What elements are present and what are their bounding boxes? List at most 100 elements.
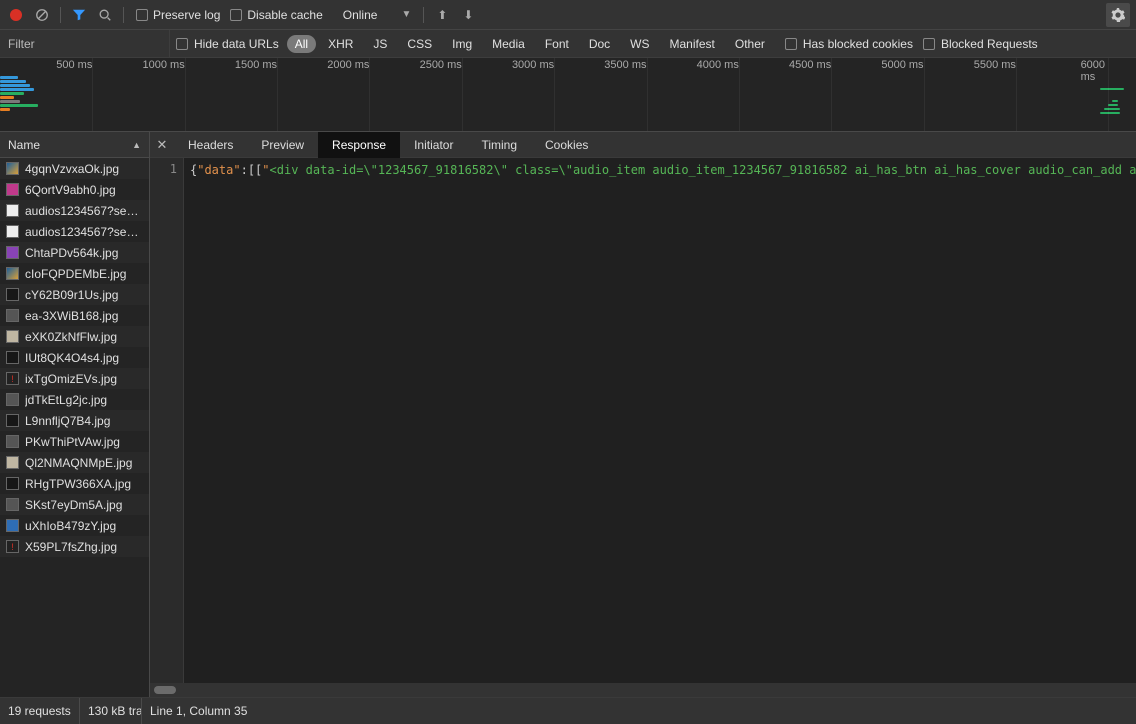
throttling-value: Online — [343, 8, 378, 22]
request-row[interactable]: IUt8QK4O4s4.jpg — [0, 347, 149, 368]
timeline-gridline — [1108, 58, 1109, 131]
timeline-gridline — [831, 58, 832, 131]
request-row[interactable]: audios1234567?secti... — [0, 221, 149, 242]
request-row[interactable]: Ql2NMAQNMpE.jpg — [0, 452, 149, 473]
request-row[interactable]: jdTkEtLg2jc.jpg — [0, 389, 149, 410]
throttling-select[interactable]: Online ▼ — [335, 7, 416, 23]
type-filter-media[interactable]: Media — [484, 35, 533, 53]
file-icon — [6, 162, 19, 175]
timeline-tick-label: 2500 ms — [420, 59, 462, 71]
request-name: audios1234567?secti... — [25, 204, 143, 218]
type-filter-xhr[interactable]: XHR — [320, 35, 361, 53]
scrollbar-thumb[interactable] — [154, 686, 176, 694]
filter-input[interactable] — [0, 30, 170, 57]
request-row[interactable]: L9nnfljQ7B4.jpg — [0, 410, 149, 431]
tab-timing[interactable]: Timing — [467, 132, 531, 158]
search-icon[interactable] — [95, 5, 115, 25]
type-filter-css[interactable]: CSS — [399, 35, 440, 53]
type-filter-ws[interactable]: WS — [622, 35, 657, 53]
request-name: RHgTPW366XA.jpg — [25, 477, 131, 491]
request-row[interactable]: uXhIoB479zY.jpg — [0, 515, 149, 536]
status-transferred: 130 kB tran — [80, 698, 142, 724]
has-blocked-cookies-checkbox[interactable]: Has blocked cookies — [785, 37, 913, 51]
hide-data-urls-label: Hide data URLs — [194, 37, 279, 51]
timeline-gridline — [1016, 58, 1017, 131]
type-filter-all[interactable]: All — [287, 35, 316, 53]
line-gutter: 1 — [150, 158, 184, 683]
timeline-gridline — [277, 58, 278, 131]
preserve-log-checkbox[interactable]: Preserve log — [136, 8, 220, 22]
request-row[interactable]: 6QortV9abh0.jpg — [0, 179, 149, 200]
request-name: ChtaPDv564k.jpg — [25, 246, 118, 260]
separator — [123, 7, 124, 23]
request-row[interactable]: PKwThiPtVAw.jpg — [0, 431, 149, 452]
request-row[interactable]: !X59PL7fsZhg.jpg — [0, 536, 149, 557]
status-bar: 19 requests 130 kB tran Line 1, Column 3… — [0, 698, 1136, 724]
request-name: cIoFQPDEMbE.jpg — [25, 267, 126, 281]
request-name: ea-3XWiB168.jpg — [25, 309, 118, 323]
disable-cache-checkbox[interactable]: Disable cache — [230, 8, 322, 22]
request-row[interactable]: cIoFQPDEMbE.jpg — [0, 263, 149, 284]
chevron-down-icon: ▼ — [401, 9, 411, 20]
request-name: uXhIoB479zY.jpg — [25, 519, 116, 533]
request-name: IUt8QK4O4s4.jpg — [25, 351, 119, 365]
timeline-tick-label: 5000 ms — [881, 59, 923, 71]
request-row[interactable]: SKst7eyDm5A.jpg — [0, 494, 149, 515]
filter-icon[interactable] — [69, 5, 89, 25]
timeline-gridline — [647, 58, 648, 131]
type-filter-img[interactable]: Img — [444, 35, 480, 53]
blocked-requests-checkbox[interactable]: Blocked Requests — [923, 37, 1038, 51]
detail-pane: ✕ HeadersPreviewResponseInitiatorTimingC… — [150, 132, 1136, 697]
tab-response[interactable]: Response — [318, 132, 400, 158]
detail-tabs: ✕ HeadersPreviewResponseInitiatorTimingC… — [150, 132, 1136, 158]
separator — [423, 7, 424, 23]
type-filter-other[interactable]: Other — [727, 35, 773, 53]
request-row[interactable]: audios1234567?secti... — [0, 200, 149, 221]
tab-initiator[interactable]: Initiator — [400, 132, 467, 158]
tab-headers[interactable]: Headers — [174, 132, 247, 158]
file-icon — [6, 435, 19, 448]
download-icon[interactable]: ⬇ — [458, 5, 478, 25]
request-row[interactable]: !ixTgOmizEVs.jpg — [0, 368, 149, 389]
type-filter-manifest[interactable]: Manifest — [662, 35, 723, 53]
timeline-tick-label: 1000 ms — [143, 59, 185, 71]
hide-data-urls-checkbox[interactable]: Hide data URLs — [176, 37, 279, 51]
settings-icon[interactable] — [1106, 3, 1130, 27]
upload-icon[interactable]: ⬆ — [432, 5, 452, 25]
timeline-tick-label: 2000 ms — [327, 59, 369, 71]
file-icon: ! — [6, 540, 19, 553]
response-code[interactable]: {"data":[["<div data-id=\"1234567_918165… — [184, 158, 1136, 683]
clear-icon[interactable] — [32, 5, 52, 25]
list-header-name[interactable]: Name ▲ — [0, 132, 149, 158]
timeline-overview[interactable]: 500 ms1000 ms1500 ms2000 ms2500 ms3000 m… — [0, 58, 1136, 132]
timeline-gridline — [185, 58, 186, 131]
disable-cache-label: Disable cache — [247, 8, 322, 22]
file-icon — [6, 519, 19, 532]
separator — [60, 7, 61, 23]
record-button[interactable] — [6, 5, 26, 25]
close-icon[interactable]: ✕ — [150, 132, 174, 158]
request-row[interactable]: ChtaPDv564k.jpg — [0, 242, 149, 263]
request-name: cY62B09r1Us.jpg — [25, 288, 118, 302]
timeline-gridline — [369, 58, 370, 131]
tab-preview[interactable]: Preview — [247, 132, 318, 158]
timeline-gridline — [462, 58, 463, 131]
type-filter-font[interactable]: Font — [537, 35, 577, 53]
file-icon — [6, 288, 19, 301]
request-name: L9nnfljQ7B4.jpg — [25, 414, 110, 428]
request-row[interactable]: cY62B09r1Us.jpg — [0, 284, 149, 305]
type-filter-doc[interactable]: Doc — [581, 35, 618, 53]
tab-cookies[interactable]: Cookies — [531, 132, 602, 158]
code-token: "data" — [197, 163, 240, 177]
request-row[interactable]: 4gqnVzvxaOk.jpg — [0, 158, 149, 179]
type-filter-js[interactable]: JS — [365, 35, 395, 53]
request-row[interactable]: RHgTPW366XA.jpg — [0, 473, 149, 494]
horizontal-scrollbar[interactable] — [150, 683, 1136, 697]
status-position: Line 1, Column 35 — [142, 698, 255, 724]
request-row[interactable]: eXK0ZkNfFlw.jpg — [0, 326, 149, 347]
preserve-log-label: Preserve log — [153, 8, 220, 22]
request-name: 4gqnVzvxaOk.jpg — [25, 162, 119, 176]
file-icon — [6, 309, 19, 322]
request-name: Ql2NMAQNMpE.jpg — [25, 456, 132, 470]
request-row[interactable]: ea-3XWiB168.jpg — [0, 305, 149, 326]
